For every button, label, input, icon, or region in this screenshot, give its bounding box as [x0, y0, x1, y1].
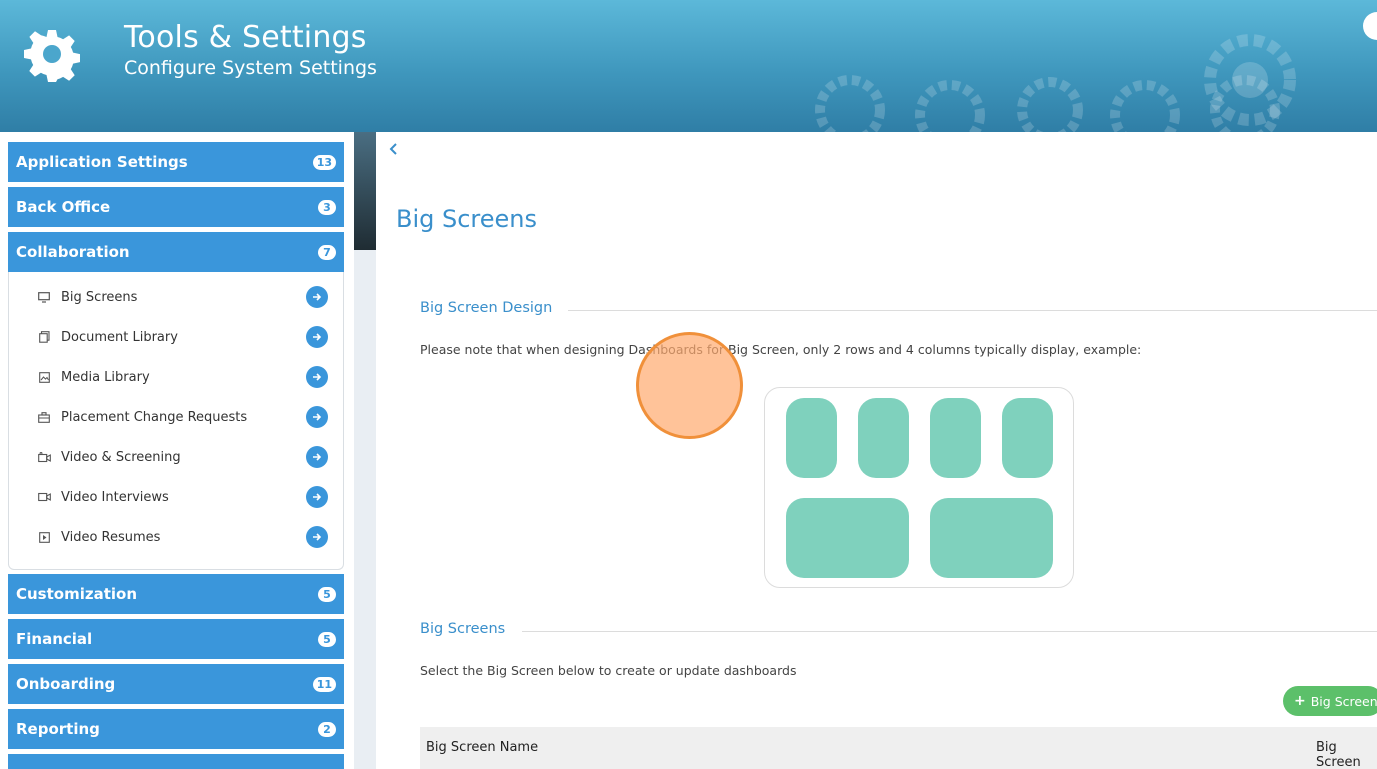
arrow-right-icon[interactable] [306, 406, 328, 428]
list-note: Select the Big Screen below to create or… [420, 663, 797, 678]
sidebar-category-financial[interactable]: Financial 5 [8, 619, 344, 659]
page-header-title: Tools & Settings [124, 20, 367, 55]
sidebar-category-partial[interactable] [8, 754, 344, 769]
sidebar-item-big-screens[interactable]: Big Screens [9, 277, 343, 317]
category-label: Customization [16, 585, 138, 603]
sidebar-category-customization[interactable]: Customization 5 [8, 574, 344, 614]
arrow-right-icon[interactable] [306, 526, 328, 548]
sidebar-category-reporting[interactable]: Reporting 2 [8, 709, 344, 749]
sidebar-item-video-resumes[interactable]: Video Resumes [9, 517, 343, 557]
page-title: Big Screens [396, 205, 538, 233]
documents-icon [37, 330, 51, 344]
table-header: Big Screen Name Big Screen [420, 727, 1377, 769]
divider-strip [354, 250, 376, 769]
sidebar-item-document-library[interactable]: Document Library [9, 317, 343, 357]
category-label: Reporting [16, 720, 100, 738]
add-big-screen-button[interactable]: + Big Screen [1283, 686, 1377, 716]
section-divider [522, 631, 1377, 632]
count-badge: 13 [312, 154, 336, 170]
layout-tile [1002, 398, 1053, 478]
layout-tile [930, 498, 1053, 578]
category-label: Financial [16, 630, 93, 648]
category-label: Collaboration [16, 243, 130, 261]
sidebar-item-label: Placement Change Requests [61, 409, 248, 425]
column-header-big-screen[interactable]: Big Screen [1316, 740, 1377, 769]
page-header-subtitle: Configure System Settings [124, 57, 377, 79]
count-badge: 3 [318, 199, 336, 215]
layout-tile [930, 398, 981, 478]
arrow-right-icon[interactable] [306, 326, 328, 348]
user-menu-button[interactable] [1363, 12, 1377, 40]
count-badge: 5 [318, 631, 336, 647]
arrow-right-icon[interactable] [306, 286, 328, 308]
sidebar-category-back-office[interactable]: Back Office 3 [8, 187, 344, 227]
image-icon [37, 370, 51, 384]
sidebar-item-label: Video & Screening [61, 449, 181, 465]
app-header: Tools & Settings Configure System Settin… [0, 0, 1377, 132]
layout-tile [786, 398, 837, 478]
click-indicator [636, 332, 743, 439]
sidebar-item-placement-change-requests[interactable]: Placement Change Requests [9, 397, 343, 437]
sidebar-item-video-interviews[interactable]: Video Interviews [9, 477, 343, 517]
collaboration-submenu: Big Screens Document Library Media Libra… [8, 272, 344, 570]
count-badge: 7 [318, 244, 336, 260]
sidebar-item-label: Document Library [61, 329, 178, 345]
count-badge: 5 [318, 586, 336, 602]
gear-icon [24, 30, 80, 82]
sidebar-item-media-library[interactable]: Media Library [9, 357, 343, 397]
sidebar-item-label: Video Interviews [61, 489, 169, 505]
sidebar-item-video-screening[interactable]: Video & Screening [9, 437, 343, 477]
section-title-design: Big Screen Design [420, 300, 553, 316]
play-icon [37, 530, 51, 544]
category-label: Onboarding [16, 675, 116, 693]
arrow-right-icon[interactable] [306, 486, 328, 508]
sidebar-category-collaboration[interactable]: Collaboration 7 [8, 232, 344, 272]
chevron-left-icon[interactable] [386, 140, 400, 158]
section-title-big-screens: Big Screens [420, 621, 506, 637]
category-label: Back Office [16, 198, 111, 216]
video-icon [37, 490, 51, 504]
section-divider [568, 310, 1377, 311]
video-camera-icon [37, 450, 51, 464]
sidebar-category-onboarding[interactable]: Onboarding 11 [8, 664, 344, 704]
layout-tile [858, 398, 909, 478]
add-button-label: Big Screen [1310, 693, 1377, 709]
layout-tile [786, 498, 909, 578]
count-badge: 11 [312, 676, 336, 692]
briefcase-icon [37, 410, 51, 424]
count-badge: 2 [318, 721, 336, 737]
divider-strip [354, 132, 376, 250]
plus-icon: + [1294, 693, 1306, 709]
arrow-right-icon[interactable] [306, 366, 328, 388]
big-screen-layout-example [764, 387, 1074, 588]
settings-sidebar: Application Settings 13 Back Office 3 Co… [0, 132, 354, 769]
arrow-right-icon[interactable] [306, 446, 328, 468]
category-label: Application Settings [16, 153, 188, 171]
sidebar-category-application-settings[interactable]: Application Settings 13 [8, 142, 344, 182]
sidebar-item-label: Video Resumes [61, 529, 161, 545]
design-note: Please note that when designing Dashboar… [420, 342, 1142, 357]
sidebar-item-label: Big Screens [61, 289, 138, 305]
main-panel: Big Screens Big Screen Design Please not… [376, 132, 1377, 769]
monitor-icon [37, 290, 51, 304]
column-header-name[interactable]: Big Screen Name [426, 740, 538, 755]
gear-background-icon [815, 75, 1280, 132]
sidebar-item-label: Media Library [61, 369, 150, 385]
